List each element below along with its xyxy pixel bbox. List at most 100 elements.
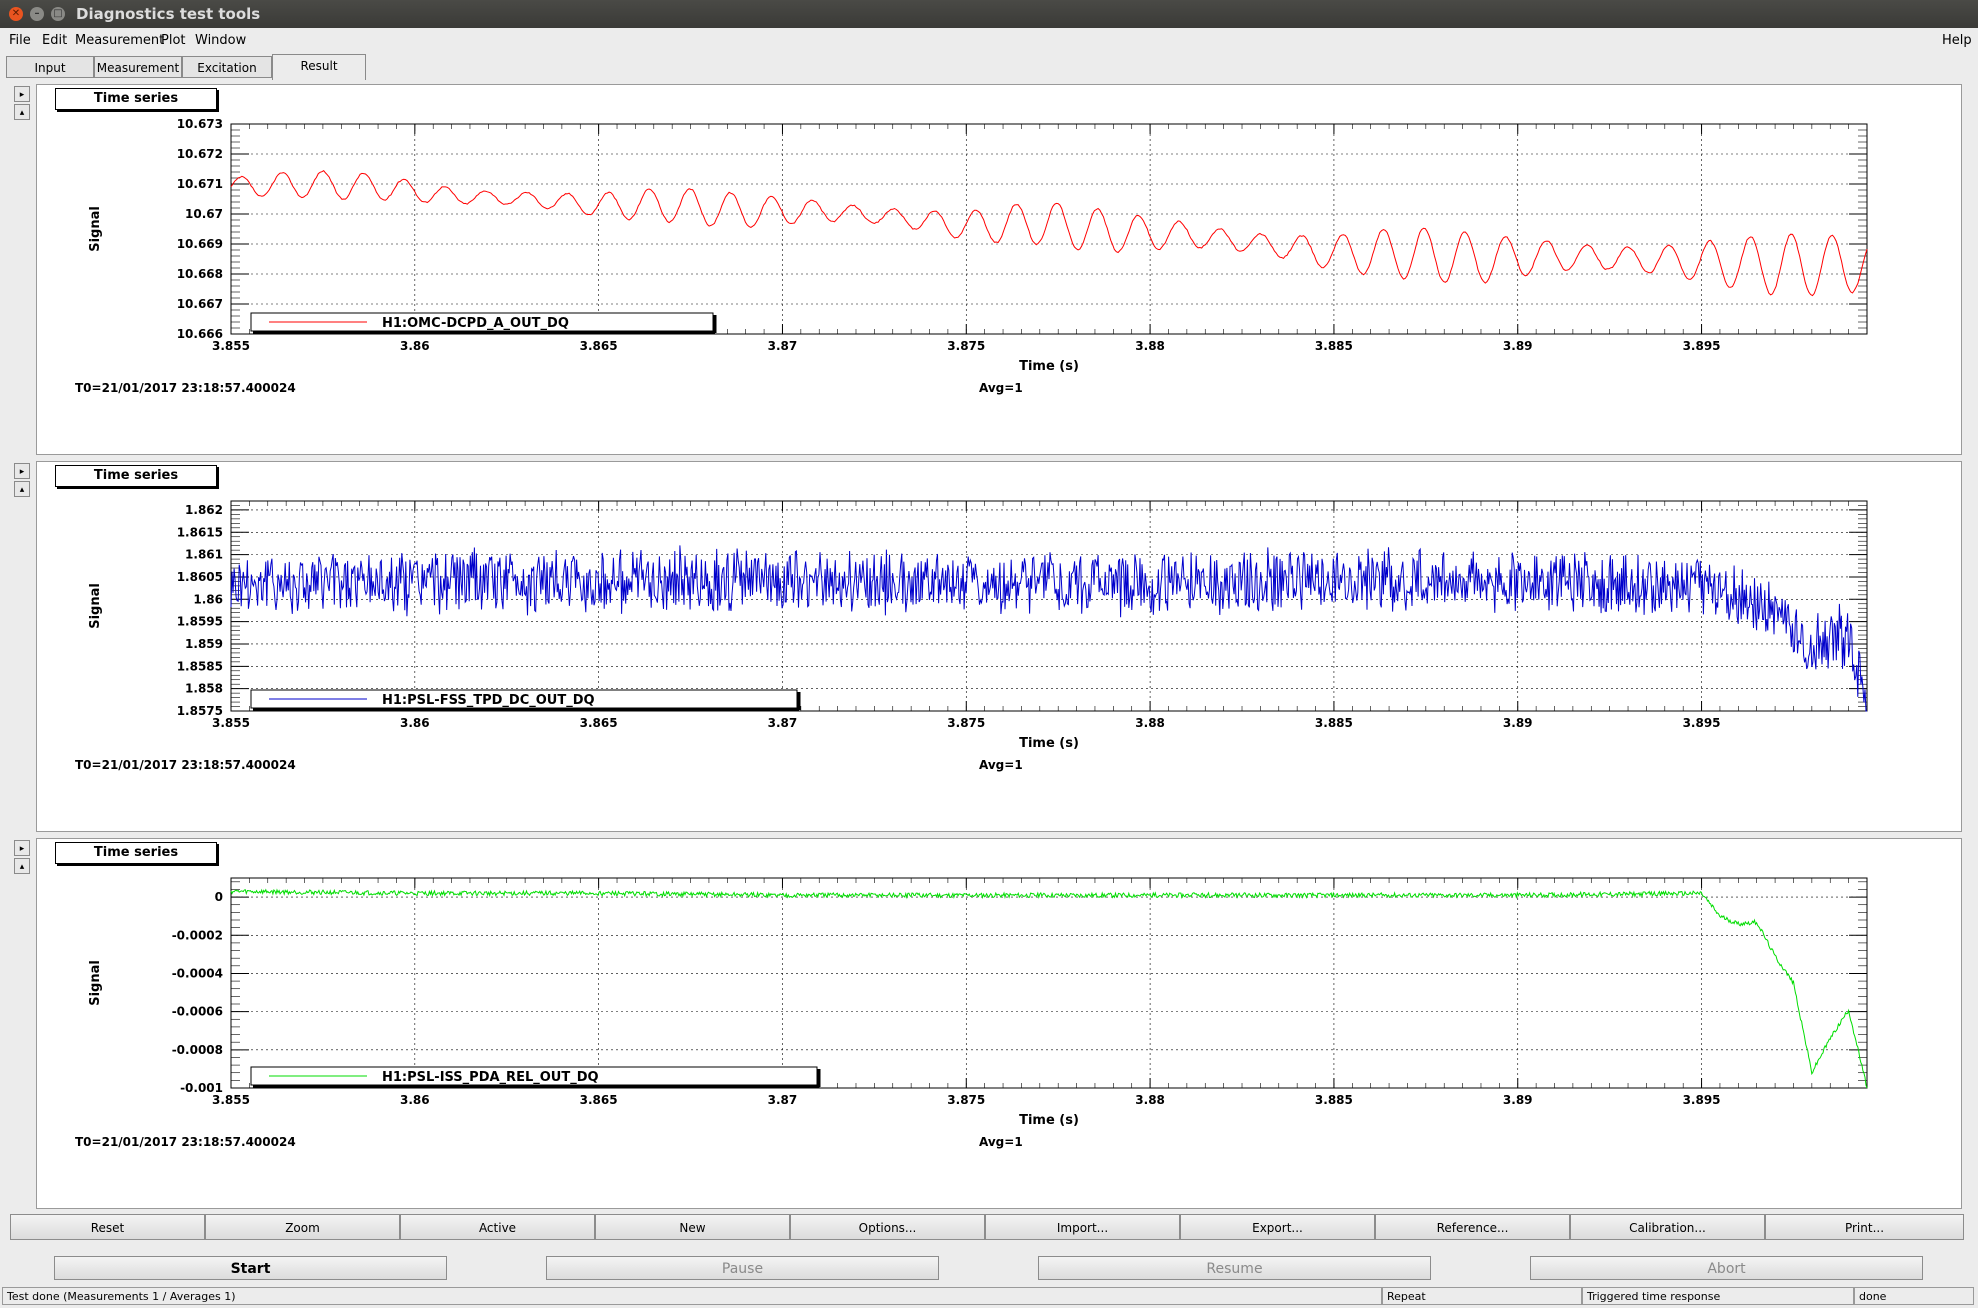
x-tick-label: 3.895 <box>1683 339 1721 353</box>
avg-label: Avg=1 <box>979 1135 1023 1149</box>
time-series-chart-2[interactable]: 3.855 3.86 3.865 3.87 3.875 3.88 3.885 3.89 3.89… <box>37 462 1961 831</box>
x-tick-label: 3.865 <box>580 716 618 730</box>
status-bar: Test done (Measurements 1 / Averages 1) … <box>0 1286 1978 1308</box>
menu-plot[interactable]: Plot <box>161 33 186 48</box>
y-tick-label: 1.8585 <box>177 659 223 673</box>
x-axis-label: Time (s) <box>1019 1113 1079 1128</box>
pane-expand-button[interactable]: ▸ <box>14 463 30 479</box>
y-tick-label: 10.672 <box>177 147 223 161</box>
options-button[interactable]: Options... <box>790 1214 985 1240</box>
export-button[interactable]: Export... <box>1180 1214 1375 1240</box>
plot-area <box>230 877 1868 1089</box>
status-mode: Repeat <box>1382 1287 1582 1305</box>
menu-measurement[interactable]: Measurement <box>75 33 164 48</box>
tab-input[interactable]: Input <box>6 56 94 78</box>
plot-pane-3: Time series 3.855 3.86 3.865 3.87 3.875 3.88 3… <box>36 838 1962 1209</box>
x-tick-label: 3.89 <box>1503 339 1533 353</box>
tab-measurement[interactable]: Measurement <box>94 56 182 78</box>
y-tick-label: 10.671 <box>177 177 223 191</box>
y-tick-label: 1.858 <box>185 682 223 696</box>
x-tick-label: 3.855 <box>212 716 250 730</box>
y-tick-label: -0.0002 <box>172 928 223 942</box>
calibration-button[interactable]: Calibration... <box>1570 1214 1765 1240</box>
y-tick-label: -0.0006 <box>172 1005 223 1019</box>
legend-label: H1:PSL-ISS_PDA_REL_OUT_DQ <box>382 1070 599 1085</box>
zoom-button[interactable]: Zoom <box>205 1214 400 1240</box>
import-button[interactable]: Import... <box>985 1214 1180 1240</box>
x-tick-label: 3.885 <box>1315 339 1353 353</box>
x-tick-label: 3.875 <box>947 339 985 353</box>
x-tick-label: 3.855 <box>212 339 250 353</box>
t0-label: T0=21/01/2017 23:18:57.400024 <box>75 1135 296 1149</box>
tab-excitation[interactable]: Excitation <box>182 56 272 78</box>
close-icon[interactable]: ✕ <box>9 7 23 21</box>
y-tick-label: 1.862 <box>185 503 223 517</box>
time-series-chart-3[interactable]: 3.855 3.86 3.865 3.87 3.875 3.88 3.885 3.89 3.89… <box>37 839 1961 1208</box>
avg-label: Avg=1 <box>979 758 1023 772</box>
x-tick-label: 3.87 <box>768 339 798 353</box>
legend-label: H1:OMC-DCPD_A_OUT_DQ <box>382 316 569 331</box>
reset-button[interactable]: Reset <box>10 1214 205 1240</box>
status-message: Test done (Measurements 1 / Averages 1) <box>2 1287 1382 1305</box>
menu-help[interactable]: Help <box>1942 33 1972 48</box>
menu-bar: File Edit Measurement Plot Window Help <box>0 28 1978 52</box>
menu-window[interactable]: Window <box>195 33 246 48</box>
t0-label: T0=21/01/2017 23:18:57.400024 <box>75 381 296 395</box>
x-tick-label: 3.885 <box>1315 716 1353 730</box>
y-axis-label: Signal <box>88 206 103 252</box>
y-tick-label: 1.8595 <box>177 615 223 629</box>
y-tick-label: -0.001 <box>180 1081 223 1095</box>
pane-expand-button[interactable]: ▸ <box>14 86 30 102</box>
main-tabs: Input Measurement Excitation Result <box>0 54 1978 80</box>
x-axis-label: Time (s) <box>1019 736 1079 751</box>
y-tick-label: 1.86 <box>193 592 223 606</box>
y-tick-label: 10.668 <box>177 267 223 281</box>
resume-button[interactable]: Resume <box>1038 1256 1431 1280</box>
pane-expand-button[interactable]: ▸ <box>14 840 30 856</box>
legend: H1:PSL-ISS_PDA_REL_OUT_DQ <box>250 1066 821 1089</box>
x-tick-label: 3.89 <box>1503 1093 1533 1107</box>
x-tick-label: 3.87 <box>768 1093 798 1107</box>
minimize-icon[interactable]: – <box>30 7 44 21</box>
y-axis-label: Signal <box>88 583 103 629</box>
reference-button[interactable]: Reference... <box>1375 1214 1570 1240</box>
y-tick-label: 10.669 <box>177 237 223 251</box>
x-tick-label: 3.89 <box>1503 716 1533 730</box>
y-tick-label: 1.861 <box>185 548 223 562</box>
avg-label: Avg=1 <box>979 381 1023 395</box>
x-tick-label: 3.88 <box>1135 339 1165 353</box>
x-tick-label: 3.865 <box>580 339 618 353</box>
y-tick-label: -0.0004 <box>172 966 223 980</box>
menu-edit[interactable]: Edit <box>42 33 67 48</box>
y-tick-label: -0.0008 <box>172 1043 223 1057</box>
new-button[interactable]: New <box>595 1214 790 1240</box>
window-title: Diagnostics test tools <box>76 5 261 23</box>
x-tick-label: 3.865 <box>580 1093 618 1107</box>
y-tick-label: 1.859 <box>185 637 223 651</box>
menu-file[interactable]: File <box>9 33 31 48</box>
start-button[interactable]: Start <box>54 1256 447 1280</box>
active-button[interactable]: Active <box>400 1214 595 1240</box>
time-series-chart-1[interactable]: 3.855 3.86 3.865 3.87 3.875 3.88 3.885 3.89 3.89… <box>37 85 1961 454</box>
tab-result[interactable]: Result <box>272 54 366 80</box>
x-tick-label: 3.88 <box>1135 1093 1165 1107</box>
pane-collapse-button[interactable]: ▴ <box>14 858 30 874</box>
plot-pane-2: Time series 3.855 3.86 3.865 3.87 3.875 3.88 3… <box>36 461 1962 832</box>
pause-button[interactable]: Pause <box>546 1256 939 1280</box>
y-axis-label: Signal <box>88 960 103 1006</box>
window-titlebar: ✕ – □ Diagnostics test tools <box>0 0 1978 28</box>
y-tick-label: 1.8605 <box>177 570 223 584</box>
legend: H1:PSL-FSS_TPD_DC_OUT_DQ <box>250 689 801 712</box>
x-tick-label: 3.87 <box>768 716 798 730</box>
pane-collapse-button[interactable]: ▴ <box>14 104 30 120</box>
x-tick-label: 3.895 <box>1683 716 1721 730</box>
y-tick-label: 10.666 <box>177 327 223 341</box>
x-tick-label: 3.86 <box>400 1093 430 1107</box>
pane-collapse-button[interactable]: ▴ <box>14 481 30 497</box>
legend-label: H1:PSL-FSS_TPD_DC_OUT_DQ <box>382 693 595 708</box>
maximize-icon[interactable]: □ <box>51 7 65 21</box>
y-tick-label: 1.8575 <box>177 704 223 718</box>
abort-button[interactable]: Abort <box>1530 1256 1923 1280</box>
print-button[interactable]: Print... <box>1765 1214 1964 1240</box>
status-state: done <box>1854 1287 1974 1305</box>
